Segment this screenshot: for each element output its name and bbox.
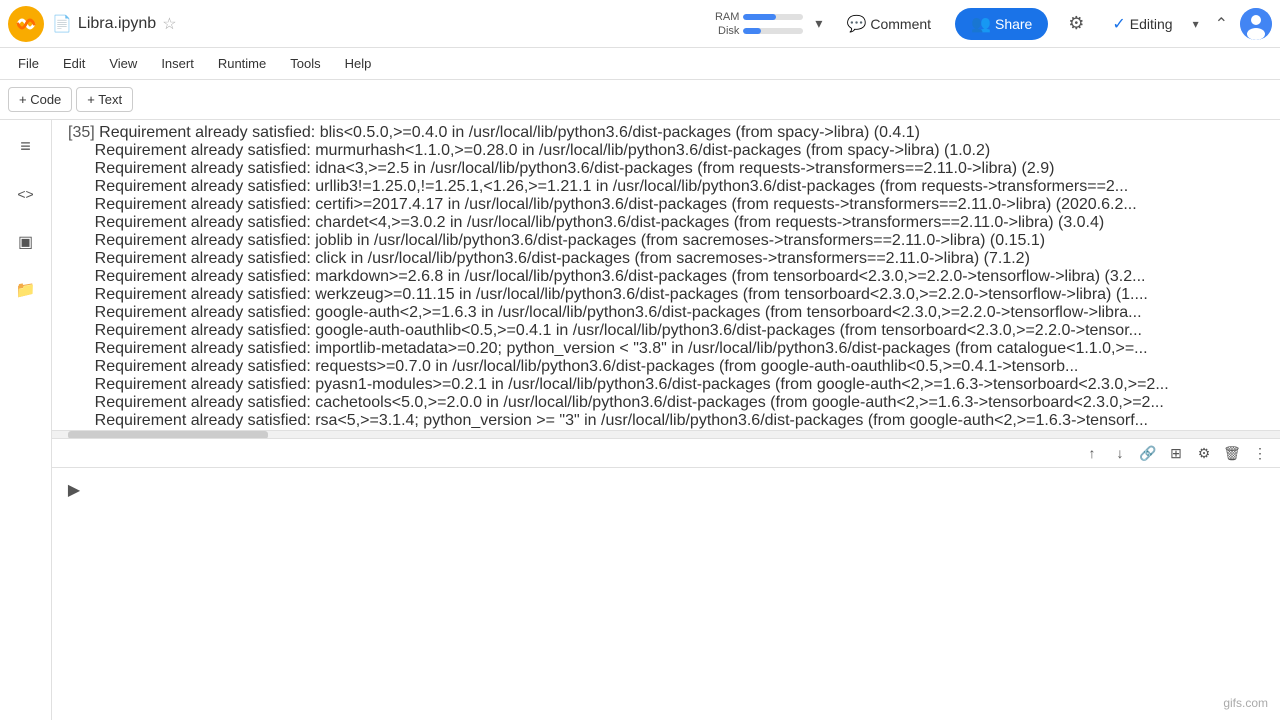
disk-label: Disk: [713, 25, 739, 37]
editing-checkmark: ✓: [1112, 14, 1125, 34]
colab-logo[interactable]: [8, 6, 44, 42]
up-arrow-icon: ↑: [1089, 445, 1096, 461]
down-arrow-icon: ↓: [1117, 445, 1124, 461]
comment-icon: 💬: [846, 14, 866, 34]
sidebar-menu-icon[interactable]: ≡: [8, 128, 44, 164]
output-line-6: Requirement already satisfied: chardet<4…: [68, 214, 1280, 232]
editing-badge: ✓ Editing: [1104, 14, 1180, 34]
sidebar-cell-icon[interactable]: ▣: [8, 224, 44, 260]
next-cell: ▶: [52, 467, 1280, 517]
cell-icon: ▣: [18, 232, 33, 252]
more-icon: ⋮: [1253, 445, 1267, 462]
menu-help[interactable]: Help: [335, 52, 382, 75]
share-icon: 👥: [971, 14, 991, 34]
more-options-button[interactable]: ⋮: [1248, 441, 1272, 465]
menu-insert[interactable]: Insert: [151, 52, 204, 75]
editing-dropdown[interactable]: ▾: [1193, 17, 1199, 31]
output-line-10: Requirement already satisfied: werkzeug>…: [68, 286, 1280, 304]
move-up-button[interactable]: ↑: [1080, 441, 1104, 465]
delete-cell-button[interactable]: 🗑: [1220, 441, 1244, 465]
ram-disk-indicator: RAM Disk: [713, 11, 803, 37]
disk-fill: [743, 28, 761, 34]
share-button[interactable]: 👥 Share: [955, 8, 1048, 40]
menu-tools[interactable]: Tools: [280, 52, 330, 75]
output-line-1: [35] Requirement already satisfied: blis…: [68, 124, 1280, 142]
file-icon: 📄: [52, 14, 72, 34]
output-line-17: Requirement already satisfied: rsa<5,>=3…: [68, 412, 1280, 430]
move-down-button[interactable]: ↓: [1108, 441, 1132, 465]
collapse-button[interactable]: ⌃: [1215, 14, 1228, 34]
comment-button[interactable]: 💬 Comment: [834, 8, 943, 40]
folder-icon: 📁: [16, 280, 36, 300]
output-line-11: Requirement already satisfied: google-au…: [68, 304, 1280, 322]
gear-icon: ⚙: [1068, 13, 1084, 34]
run-cell-button[interactable]: ▶: [60, 476, 88, 504]
sidebar-code-icon[interactable]: <>: [8, 176, 44, 212]
add-code-button[interactable]: + Code: [8, 87, 72, 112]
output-line-2: Requirement already satisfied: murmurhas…: [68, 142, 1280, 160]
toolbar: + Code + Text: [0, 80, 1280, 120]
output-line-7: Requirement already satisfied: joblib in…: [68, 232, 1280, 250]
disk-bar: [743, 28, 803, 34]
notebook-title: 📄 Libra.ipynb ☆: [52, 14, 177, 34]
star-icon[interactable]: ☆: [162, 14, 176, 34]
editing-label: Editing: [1130, 16, 1173, 32]
table-icon: ⊞: [1170, 445, 1182, 462]
cell-output-area[interactable]: [35] Requirement already satisfied: blis…: [52, 120, 1280, 430]
menu-runtime[interactable]: Runtime: [208, 52, 276, 75]
cell-toolbar: ↑ ↓ 🔗 ⊞ ⚙ 🗑 ⋮: [52, 438, 1280, 467]
user-avatar[interactable]: [1240, 8, 1272, 40]
menu-view[interactable]: View: [99, 52, 147, 75]
output-line-13: Requirement already satisfied: importlib…: [68, 340, 1280, 358]
play-icon: ▶: [68, 480, 80, 500]
cell-settings-button[interactable]: ⚙: [1192, 441, 1216, 465]
output-line-4: Requirement already satisfied: urllib3!=…: [68, 178, 1280, 196]
ram-label: RAM: [713, 11, 739, 23]
hamburger-icon: ≡: [20, 136, 31, 157]
notebook-area: [35] Requirement already satisfied: blis…: [52, 120, 1280, 720]
ram-disk-dropdown[interactable]: ▾: [815, 15, 822, 32]
output-line-8: Requirement already satisfied: click in …: [68, 250, 1280, 268]
code-icon: <>: [17, 186, 33, 202]
link-icon: 🔗: [1139, 445, 1156, 462]
menu-bar: File Edit View Insert Runtime Tools Help: [0, 48, 1280, 80]
output-line-16: Requirement already satisfied: cachetool…: [68, 394, 1280, 412]
notebook-name[interactable]: Libra.ipynb: [78, 15, 156, 33]
sidebar: ≡ <> ▣ 📁: [0, 120, 52, 720]
link-button[interactable]: 🔗: [1136, 441, 1160, 465]
output-line-3: Requirement already satisfied: idna<3,>=…: [68, 160, 1280, 178]
output-line-9: Requirement already satisfied: markdown>…: [68, 268, 1280, 286]
ram-fill: [743, 14, 776, 20]
output-line-12: Requirement already satisfied: google-au…: [68, 322, 1280, 340]
add-text-button[interactable]: + Text: [76, 87, 133, 112]
settings-icon: ⚙: [1198, 445, 1211, 462]
table-button[interactable]: ⊞: [1164, 441, 1188, 465]
sidebar-files-icon[interactable]: 📁: [8, 272, 44, 308]
watermark: gifs.com: [1219, 694, 1272, 712]
menu-file[interactable]: File: [8, 52, 49, 75]
delete-icon: 🗑: [1223, 445, 1241, 462]
output-line-5: Requirement already satisfied: certifi>=…: [68, 196, 1280, 214]
output-line-15: Requirement already satisfied: pyasn1-mo…: [68, 376, 1280, 394]
ram-bar: [743, 14, 803, 20]
menu-edit[interactable]: Edit: [53, 52, 95, 75]
settings-button[interactable]: ⚙: [1060, 8, 1092, 40]
output-line-14: Requirement already satisfied: requests>…: [68, 358, 1280, 376]
horizontal-scrollbar[interactable]: [52, 430, 1280, 438]
